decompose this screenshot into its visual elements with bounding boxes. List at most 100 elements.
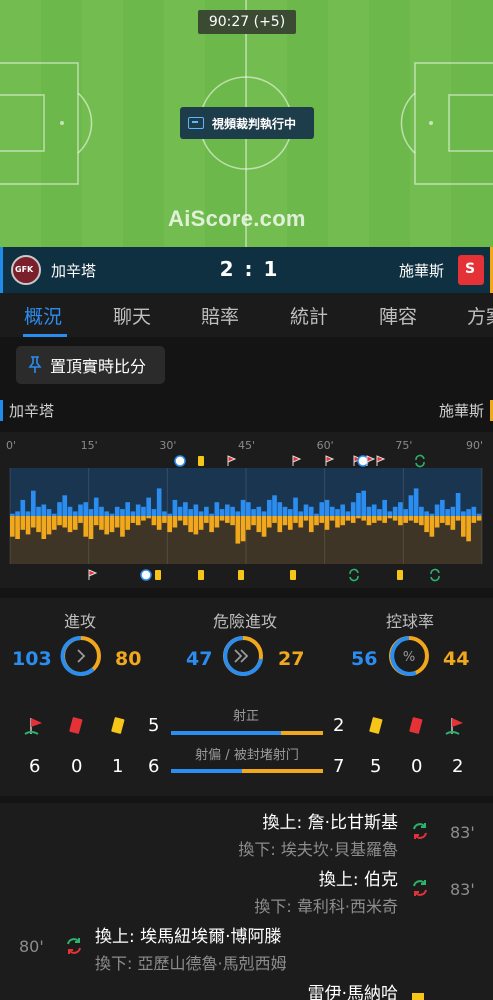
away-momentum-bar	[335, 516, 340, 528]
event-3-sub-out: 換下: 亞歷山德魯·馬剋西姆	[95, 954, 287, 973]
events-timeline: 換上: 詹·比甘斯基 換下: 埃夫坎·貝基羅魯 83' 換上: 伯克 換下: 韋…	[0, 803, 493, 1000]
home-team-label: 加辛塔	[0, 400, 54, 421]
tab-chat[interactable]: 聊天	[113, 302, 151, 329]
home-momentum-bar	[319, 502, 325, 516]
home-momentum-bar	[193, 504, 199, 516]
home-momentum-bar	[287, 509, 293, 516]
away-momentum-bar	[51, 516, 57, 530]
shots-on-home: 5	[148, 715, 160, 736]
away-momentum-bar	[382, 516, 387, 523]
away-momentum-bar	[240, 516, 246, 542]
tab-overview[interactable]: 概況	[24, 302, 62, 329]
yellow-card-icon	[412, 993, 424, 1000]
away-momentum-bar	[329, 516, 335, 521]
away-momentum-bar	[314, 516, 319, 526]
away-momentum-bar	[141, 516, 146, 521]
active-tab-indicator	[23, 334, 67, 337]
home-yellow-card-icon	[111, 717, 125, 734]
home-momentum-bar	[141, 506, 146, 516]
away-momentum-bar	[193, 516, 199, 535]
home-momentum-bar	[329, 506, 335, 516]
home-momentum-bar	[109, 513, 115, 516]
away-momentum-bar	[209, 516, 214, 533]
away-momentum-bar	[120, 516, 125, 537]
shots-on-label: 射正	[232, 709, 259, 724]
home-momentum-bar	[214, 502, 220, 516]
home-momentum-bar	[62, 495, 68, 516]
away-momentum-bar	[130, 516, 136, 523]
home-momentum-bar	[350, 502, 356, 516]
away-momentum-bar	[471, 516, 477, 523]
away-momentum-bar	[62, 516, 68, 528]
ball-icon	[174, 455, 186, 467]
away-momentum-bar	[125, 516, 131, 530]
home-momentum-bar	[293, 497, 298, 516]
pin-score-button[interactable]: 置頂實時比分	[16, 346, 165, 384]
home-momentum-bar	[392, 506, 398, 516]
away-team-crest[interactable]	[458, 255, 484, 285]
corner-icon	[325, 455, 335, 466]
shots-off-label: 射偏 / 被封堵射门	[195, 748, 299, 763]
home-momentum-bar	[225, 504, 230, 516]
home-momentum-bar	[88, 509, 94, 516]
attack-away-value: 80	[115, 648, 142, 670]
stats-panel: 進攻 103 80 危險進攻 47 27 控球率 56 % 44 5 射正 2 …	[0, 598, 493, 796]
home-momentum-bar	[282, 506, 288, 516]
away-momentum-bar	[303, 516, 309, 521]
tab-plans[interactable]: 方案	[467, 302, 493, 329]
away-momentum-bar	[266, 516, 272, 528]
away-momentum-bar	[162, 516, 167, 523]
home-red-value: 0	[71, 756, 83, 777]
away-momentum-bar	[83, 516, 89, 537]
event-3-sub-in: 換上: 埃馬紐埃爾·博阿滕	[95, 927, 282, 947]
away-momentum-bar	[146, 516, 151, 519]
dangerous-home-value: 47	[186, 648, 213, 670]
away-momentum-bar	[20, 516, 26, 530]
away-momentum-bar	[36, 516, 41, 533]
away-team-name[interactable]: 施華斯	[399, 260, 444, 281]
away-momentum-bar	[476, 516, 482, 521]
away-momentum-bar	[392, 516, 398, 521]
match-clock: 90:27 (+5)	[198, 10, 296, 34]
away-momentum-bar	[188, 516, 193, 533]
home-momentum-bar	[235, 511, 241, 516]
shots-on-home-bar	[171, 731, 281, 735]
away-momentum-bar	[41, 516, 47, 539]
home-momentum-bar	[251, 509, 256, 516]
yellow-card-icon	[290, 570, 296, 580]
away-momentum-bar	[109, 516, 115, 533]
home-momentum-bar	[125, 502, 131, 516]
attack-label: 進攻	[63, 612, 96, 631]
away-momentum-bar	[445, 516, 450, 526]
home-momentum-bar	[445, 509, 450, 516]
away-yellow-card-icon	[369, 717, 383, 734]
event-2-minute: 83'	[450, 880, 475, 899]
home-momentum-bar	[272, 495, 277, 516]
away-momentum-bar	[230, 516, 235, 526]
dangerous-ring	[223, 636, 263, 676]
home-momentum-bar	[10, 513, 15, 516]
tab-bar: 概況 聊天 賠率 統計 陣容 方案	[0, 293, 493, 337]
home-momentum-bar	[303, 504, 309, 516]
tab-odds[interactable]: 賠率	[201, 302, 239, 329]
away-momentum-bar	[424, 516, 429, 533]
tab-lineup[interactable]: 陣容	[379, 302, 417, 329]
score-bar: 加辛塔 2 : 1 施華斯	[0, 247, 493, 293]
away-momentum-bar	[88, 516, 94, 539]
away-momentum-bar	[298, 516, 304, 528]
away-momentum-bar	[214, 516, 220, 528]
home-momentum-bar	[429, 513, 435, 516]
away-momentum-bar	[272, 516, 277, 523]
possession-home-value: 56	[351, 648, 378, 670]
shots-off-home: 6	[148, 756, 160, 777]
monitor-icon	[188, 117, 204, 129]
momentum-tick-label: 30'	[159, 439, 176, 452]
away-momentum-bar	[246, 516, 251, 530]
away-momentum-bar	[156, 516, 162, 530]
away-momentum-bar	[183, 516, 188, 526]
momentum-tick-label: 60'	[317, 439, 334, 452]
away-momentum-bar	[104, 516, 110, 535]
home-momentum-bar	[450, 506, 456, 516]
tab-stats[interactable]: 統計	[290, 302, 328, 329]
away-momentum-bar	[198, 516, 204, 530]
